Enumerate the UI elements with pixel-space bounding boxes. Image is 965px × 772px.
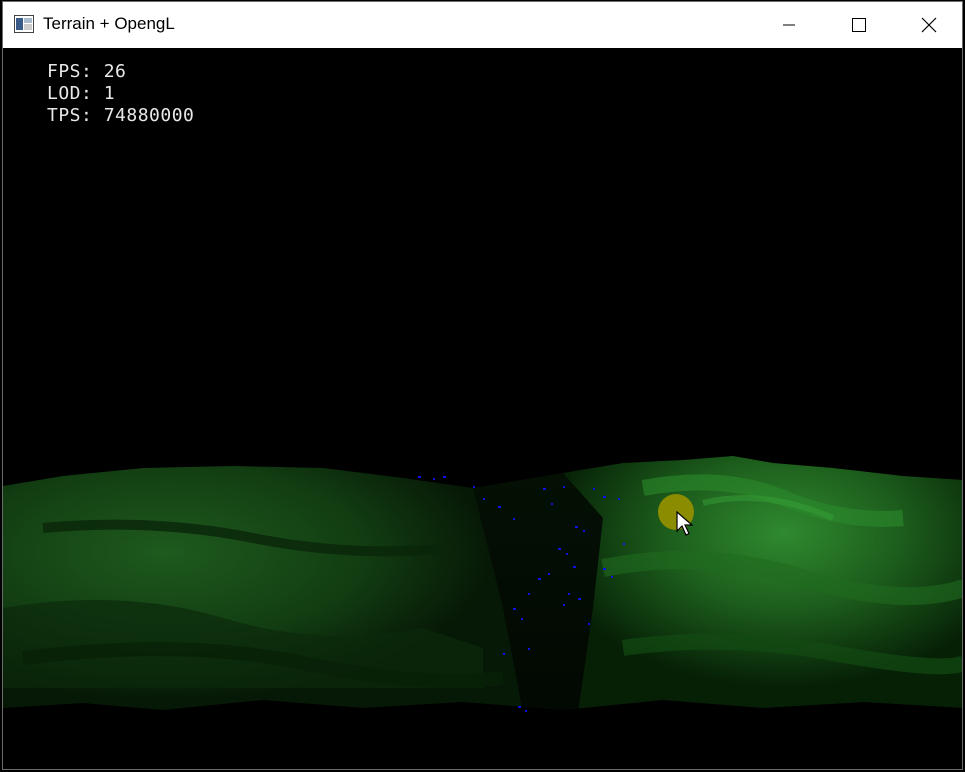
tps-label: TPS:	[47, 105, 93, 126]
terrain-render	[3, 456, 962, 769]
mouse-pointer-icon	[676, 511, 694, 536]
lod-label: LOD:	[47, 83, 93, 104]
app-window: Terrain + OpengL FPS: 26 LOD: 1 TPS: 748…	[2, 1, 963, 770]
minimize-icon	[783, 24, 795, 26]
debug-hud: FPS: 26 LOD: 1 TPS: 74880000	[47, 61, 194, 127]
fps-value: 26	[103, 61, 127, 82]
close-icon	[921, 17, 937, 33]
app-icon	[14, 15, 34, 33]
title-bar[interactable]: Terrain + OpengL	[3, 2, 962, 48]
tps-value: 74880000	[103, 105, 195, 126]
minimize-button[interactable]	[754, 2, 824, 48]
lod-readout: LOD: 1	[47, 83, 194, 105]
maximize-button[interactable]	[824, 2, 894, 48]
maximize-icon	[852, 18, 866, 32]
window-title: Terrain + OpengL	[43, 14, 175, 33]
close-button[interactable]	[894, 2, 962, 48]
opengl-viewport[interactable]: FPS: 26 LOD: 1 TPS: 74880000	[3, 48, 962, 769]
lod-value: 1	[103, 83, 116, 104]
fps-label: FPS:	[47, 61, 93, 82]
fps-readout: FPS: 26	[47, 61, 194, 83]
tps-readout: TPS: 74880000	[47, 105, 194, 127]
